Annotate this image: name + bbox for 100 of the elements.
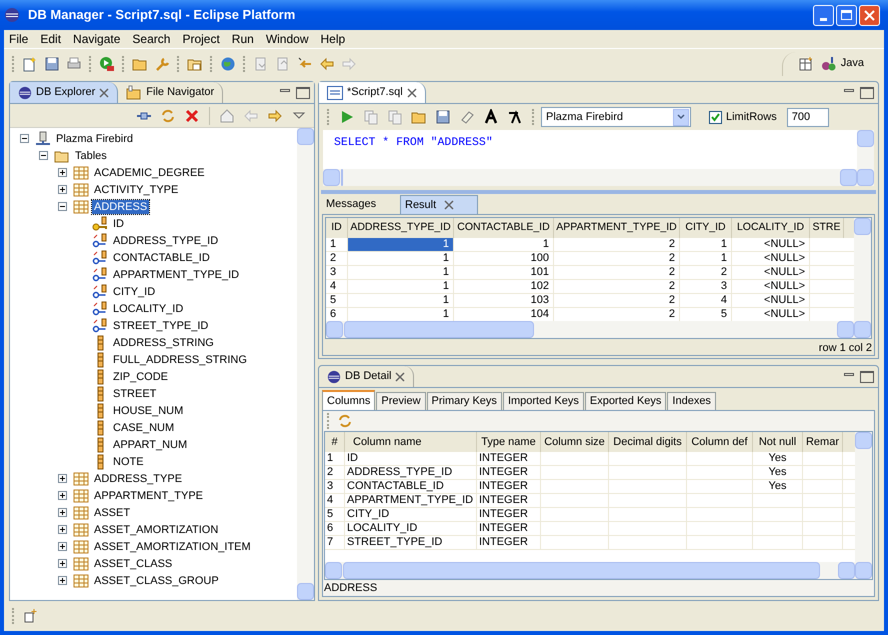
column-header[interactable]: APPARTMENT_TYPE_ID: [554, 218, 680, 238]
collapse-icon[interactable]: [38, 151, 48, 160]
tree-item[interactable]: LOCALITY_ID: [111, 302, 186, 316]
tree-item[interactable]: CONTACTABLE_ID: [111, 250, 212, 264]
java-perspective-button[interactable]: Java: [820, 55, 864, 72]
close-icon[interactable]: [395, 372, 406, 382]
tree-item[interactable]: APPART_NUM: [111, 438, 190, 452]
sql-query[interactable]: SELECT * FROM "ADDRESS": [334, 136, 493, 149]
tree-item[interactable]: ASSET_AMORTIZATION_ITEM: [92, 540, 253, 554]
tree-item[interactable]: ASSET_AMORTIZATION: [92, 522, 220, 536]
close-icon[interactable]: [99, 88, 110, 98]
collapse-icon[interactable]: [58, 202, 66, 211]
detail-tab[interactable]: Indexes: [667, 392, 716, 410]
table-cell: INTEGER: [479, 494, 528, 507]
table-cell: 1: [348, 266, 454, 279]
menu-item[interactable]: Project: [182, 30, 220, 48]
detail-tab[interactable]: Preview: [376, 392, 426, 410]
expand-icon[interactable]: [58, 185, 66, 194]
table-cell: 1: [348, 280, 454, 293]
expand-icon[interactable]: [58, 491, 66, 500]
tree-item[interactable]: NOTE: [111, 454, 146, 468]
tree-item[interactable]: ADDRESS_TYPE: [92, 472, 184, 486]
table-cell: INTEGER: [479, 536, 528, 549]
column-header[interactable]: Not null: [753, 432, 803, 452]
tree-item[interactable]: ACTIVITY_TYPE: [92, 182, 180, 196]
column-header[interactable]: Column size: [541, 432, 609, 452]
menu-item[interactable]: Window: [266, 30, 308, 48]
maximize-button[interactable]: [860, 86, 874, 98]
view-tab[interactable]: DB Explorer: [10, 82, 118, 103]
column-header[interactable]: Column def: [687, 432, 753, 452]
tree-item[interactable]: ASSET_CLASS: [92, 556, 174, 570]
tree-item[interactable]: APPARTMENT_TYPE: [92, 488, 206, 502]
result-tab[interactable]: Messages: [322, 195, 400, 214]
tree-item[interactable]: FULL_ADDRESS_STRING: [111, 352, 249, 366]
maximize-button[interactable]: [860, 370, 874, 382]
tree-item[interactable]: Tables: [73, 148, 109, 162]
column-header[interactable]: STRE: [810, 218, 844, 238]
tree-item[interactable]: STREET_TYPE_ID: [111, 318, 210, 332]
column-header[interactable]: Type name: [477, 432, 541, 452]
tree-item[interactable]: ZIP_CODE: [111, 370, 170, 384]
column-header[interactable]: CONTACTABLE_ID: [454, 218, 554, 238]
detail-tab[interactable]: Imported Keys: [502, 392, 584, 410]
tree-item[interactable]: ACADEMIC_DEGREE: [92, 166, 207, 180]
close-icon[interactable]: [406, 88, 417, 98]
tree-item[interactable]: HOUSE_NUM: [111, 404, 186, 418]
tree-item[interactable]: CITY_ID: [111, 284, 158, 298]
menu-item[interactable]: File: [9, 30, 28, 48]
view-tab[interactable]: DB Detail: [319, 366, 414, 387]
tree-item[interactable]: APPARTMENT_TYPE_ID: [111, 268, 242, 282]
table-cell: 101: [454, 266, 554, 279]
column-header[interactable]: Remar: [803, 432, 843, 452]
column-header[interactable]: Column name: [345, 432, 477, 452]
expand-icon[interactable]: [58, 542, 66, 551]
menu-item[interactable]: Help: [320, 30, 346, 48]
detail-tab[interactable]: Columns: [322, 390, 376, 410]
detail-tab[interactable]: Exported Keys: [584, 392, 666, 410]
tree-item[interactable]: ID: [111, 216, 126, 230]
editor-tab[interactable]: *Script7.sql: [319, 82, 426, 103]
tree-item[interactable]: ADDRESS: [92, 200, 150, 214]
minimize-window-button[interactable]: [813, 4, 834, 26]
tree-item[interactable]: ADDRESS_STRING: [111, 336, 216, 350]
table-cell: 100: [454, 252, 554, 265]
maximize-button[interactable]: [296, 86, 310, 98]
limit-rows-field[interactable]: 700: [786, 108, 829, 126]
limit-rows-checkbox[interactable]: [709, 110, 722, 124]
expand-icon[interactable]: [58, 559, 66, 568]
expand-icon[interactable]: [58, 576, 66, 585]
tree-item[interactable]: Plazma Firebird: [54, 132, 136, 146]
column-header[interactable]: Decimal digits: [609, 432, 687, 452]
table-cell: 2: [680, 266, 732, 279]
expand-icon[interactable]: [58, 525, 66, 534]
tree-item[interactable]: STREET: [111, 386, 158, 400]
tree-item[interactable]: ASSET_CLASS_GROUP: [92, 574, 221, 588]
maximize-window-button[interactable]: [836, 4, 857, 26]
expand-icon[interactable]: [58, 474, 66, 483]
close-window-button[interactable]: [859, 4, 880, 26]
column-header[interactable]: ID: [326, 218, 348, 238]
expand-icon[interactable]: [58, 168, 66, 177]
result-tab[interactable]: Result: [400, 195, 478, 214]
table-cell: Yes: [768, 466, 786, 479]
menu-item[interactable]: Navigate: [73, 30, 120, 48]
expand-icon[interactable]: [58, 508, 66, 517]
menu-item[interactable]: Search: [132, 30, 170, 48]
table-cell: 2: [326, 252, 348, 265]
key-icon: [92, 216, 108, 232]
menu-item[interactable]: Run: [232, 30, 254, 48]
column-header[interactable]: CITY_ID: [680, 218, 732, 238]
table-icon: [73, 182, 89, 198]
collapse-icon[interactable]: [20, 134, 28, 143]
close-icon[interactable]: [444, 200, 454, 210]
tree-item[interactable]: ASSET: [92, 506, 132, 520]
detail-tab[interactable]: Primary Keys: [426, 392, 502, 410]
connection-select[interactable]: Plazma Firebird: [541, 107, 691, 127]
tree-item[interactable]: ADDRESS_TYPE_ID: [111, 234, 220, 248]
column-header[interactable]: LOCALITY_ID: [732, 218, 810, 238]
column-header[interactable]: #: [325, 432, 345, 452]
window-title: DB Manager - Script7.sql - Eclipse Platform: [28, 6, 296, 24]
menu-item[interactable]: Edit: [40, 30, 62, 48]
table-cell: 5: [327, 508, 334, 521]
tree-item[interactable]: CASE_NUM: [111, 420, 176, 434]
